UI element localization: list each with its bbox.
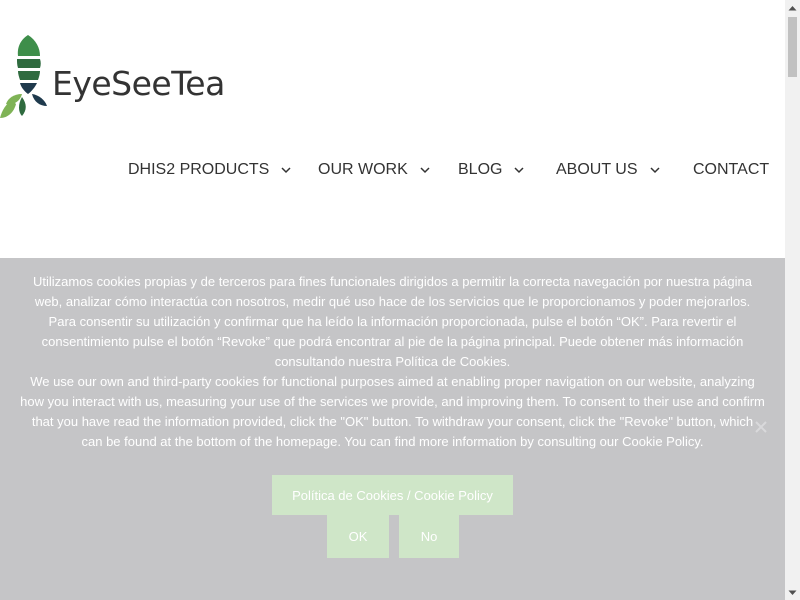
nav-item-dhis2-products[interactable]: DHIS2 PRODUCTS — [128, 158, 292, 182]
nav-item-about-us[interactable]: ABOUT US — [556, 158, 661, 182]
cookie-notice-text: Utilizamos cookies propias y de terceros… — [20, 272, 765, 452]
logo-wordmark: EyeSeeTea — [52, 64, 225, 103]
scrollbar-thumb[interactable] — [788, 17, 797, 77]
nav-item-label: ABOUT US — [556, 161, 638, 178]
cookie-no-button[interactable]: No — [399, 515, 459, 558]
close-icon[interactable] — [752, 418, 770, 436]
chevron-down-icon — [280, 164, 292, 176]
page: EyeSeeTea DHIS2 PRODUCTS OUR WORK BLOG A… — [0, 0, 785, 600]
nav-item-label: DHIS2 PRODUCTS — [128, 161, 270, 178]
cookie-ok-button[interactable]: OK — [327, 515, 389, 558]
scroll-down-arrow-icon[interactable] — [785, 585, 800, 600]
cookie-policy-button[interactable]: Política de Cookies / Cookie Policy — [272, 475, 513, 515]
cookie-notice-english: We use our own and third-party cookies f… — [20, 374, 765, 449]
cookie-notice-spanish: Utilizamos cookies propias y de terceros… — [33, 274, 752, 369]
nav-item-label: BLOG — [458, 161, 503, 178]
tea-leaves-logo-icon — [0, 35, 47, 118]
nav-item-our-work[interactable]: OUR WORK — [318, 158, 431, 182]
site-logo[interactable]: EyeSeeTea — [0, 34, 230, 124]
cookie-banner: Utilizamos cookies propias y de terceros… — [0, 258, 785, 600]
scroll-up-arrow-icon[interactable] — [785, 0, 800, 15]
main-nav: DHIS2 PRODUCTS OUR WORK BLOG ABOUT US CO… — [110, 158, 785, 182]
chevron-down-icon — [419, 164, 431, 176]
nav-item-blog[interactable]: BLOG — [458, 158, 525, 182]
nav-item-label: OUR WORK — [318, 161, 408, 178]
chevron-down-icon — [513, 164, 525, 176]
vertical-scrollbar[interactable] — [785, 0, 800, 600]
chevron-down-icon — [649, 164, 661, 176]
nav-item-contact[interactable]: CONTACT — [693, 158, 769, 182]
nav-item-label: CONTACT — [693, 161, 770, 178]
